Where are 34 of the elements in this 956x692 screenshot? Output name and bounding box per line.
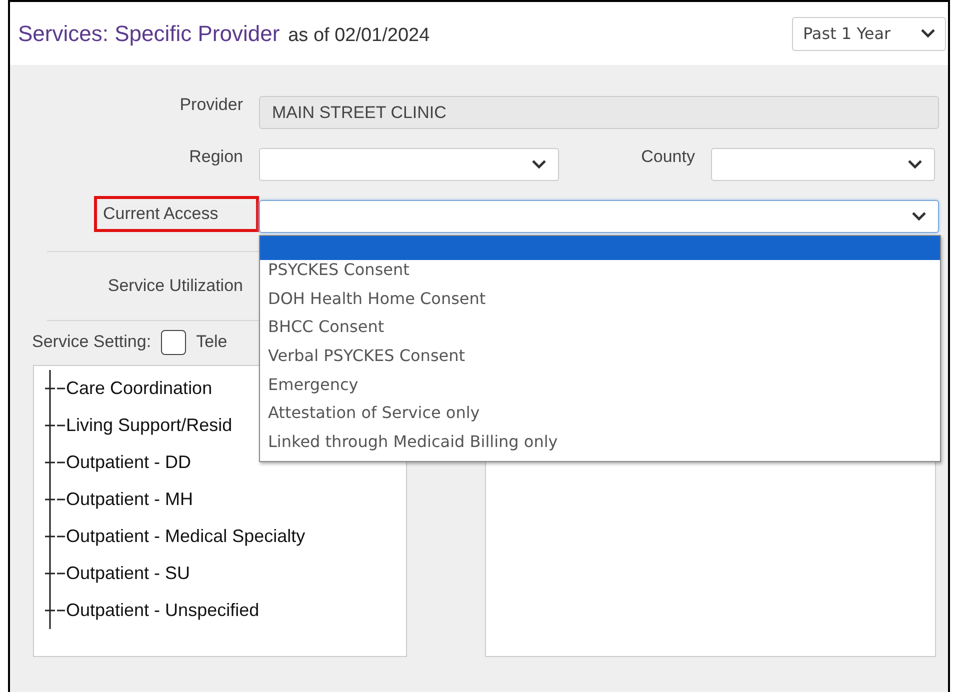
checkbox[interactable] xyxy=(161,330,186,354)
tree-item[interactable]: Outpatient - MH xyxy=(66,489,194,510)
tree-item[interactable]: Outpatient - DD xyxy=(66,452,192,473)
dropdown-option[interactable]: Emergency xyxy=(260,374,940,404)
as-of-date: as of 02/01/2024 xyxy=(288,24,430,46)
field-label: Provider xyxy=(178,95,243,115)
period-dropdown[interactable]: Past 1 Year xyxy=(792,16,946,50)
service-setting-label: Service Setting: xyxy=(32,332,152,352)
dropdown-option[interactable]: Attestation of Service only xyxy=(260,403,940,432)
chevron-icon xyxy=(921,29,935,38)
dropdown-option[interactable]: Verbal PSYCKES Consent xyxy=(260,346,940,375)
chevron-icon xyxy=(532,160,546,169)
dropdown-option[interactable] xyxy=(260,236,940,260)
page-title: Services: Specific Provider xyxy=(18,20,280,46)
field-label: Current Access xyxy=(94,196,259,232)
tree-item[interactable]: Outpatient - Medical Specialty xyxy=(66,526,306,547)
provider-field: MAIN STREET CLINIC xyxy=(259,96,939,129)
dropdown-option[interactable]: DOH Health Home Consent xyxy=(260,288,940,318)
tree-item[interactable]: Outpatient - Unspecified xyxy=(66,600,260,621)
field-label: Region xyxy=(188,147,243,167)
field-label: County xyxy=(640,147,695,167)
checkbox-label: Tele xyxy=(196,332,228,352)
chevron-icon xyxy=(908,160,922,169)
current-access-dropdown[interactable] xyxy=(259,200,939,233)
field-label: Service Utilization xyxy=(106,276,243,296)
dropdown-option[interactable]: PSYCKES Consent xyxy=(260,260,940,289)
dropdown-option[interactable]: Linked through Medicaid Billing only xyxy=(260,432,940,461)
chevron-icon xyxy=(912,212,926,221)
county-dropdown[interactable] xyxy=(711,148,935,181)
tree-item[interactable]: Outpatient - SU xyxy=(66,563,190,584)
tree-item[interactable]: Care Coordination xyxy=(66,378,212,399)
tree-item[interactable]: Living Support/Resid xyxy=(66,415,232,436)
region-dropdown[interactable] xyxy=(259,148,559,181)
dropdown-option[interactable]: BHCC Consent xyxy=(260,317,940,346)
